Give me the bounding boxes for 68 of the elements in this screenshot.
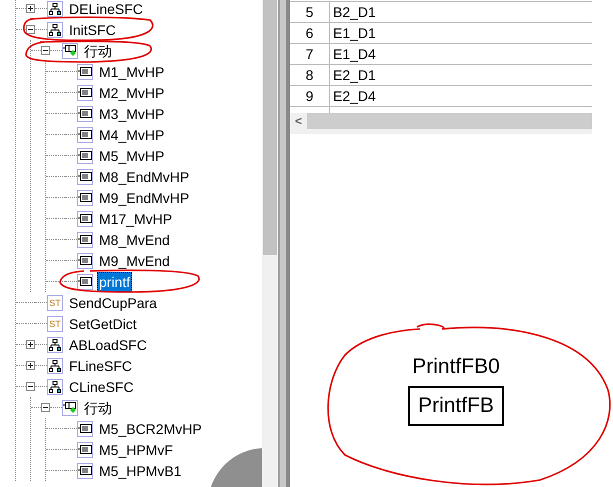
row-number: 9 <box>290 86 330 106</box>
tree-item[interactable]: 行动 <box>82 398 114 418</box>
table-cell-text: E2_D4 <box>332 87 377 106</box>
expand-icon[interactable] <box>26 4 35 13</box>
hierarchy-icon <box>47 22 63 38</box>
tree-item[interactable]: 行动 <box>82 40 114 60</box>
row-number: 5 <box>290 2 330 22</box>
table-cell-text: E2_D1 <box>332 66 377 85</box>
structured-text-icon: ST <box>47 294 63 310</box>
tree-item[interactable]: FLineSFC <box>67 356 134 376</box>
scroll-left-button[interactable]: < <box>290 113 307 129</box>
row-number: 6 <box>290 23 330 43</box>
collapse-icon[interactable] <box>41 403 50 412</box>
tree-item[interactable]: DELineSFC <box>67 0 145 18</box>
tree-item[interactable]: SetGetDict <box>67 314 139 334</box>
tree-item[interactable]: M2_MvHP <box>97 82 166 102</box>
tree-item[interactable]: CLineSFC <box>67 376 136 396</box>
action-block-icon <box>77 252 93 268</box>
collapse-icon[interactable] <box>26 25 35 34</box>
function-block[interactable]: PrintfFB <box>408 386 504 426</box>
action-block-icon <box>77 64 93 80</box>
action-block-icon <box>77 420 93 436</box>
tree-item[interactable]: M9_EndMvHP <box>97 188 192 208</box>
action-block-icon <box>77 190 93 206</box>
action-block-icon <box>77 210 93 226</box>
block-instance-name: PrintfFB0 <box>412 354 500 380</box>
tree-item[interactable]: printf <box>97 272 132 292</box>
hierarchy-icon <box>47 378 63 394</box>
expand-icon[interactable] <box>26 340 35 349</box>
structured-text-icon: ST <box>47 316 63 332</box>
tree-item[interactable]: M1_MvHP <box>97 62 166 82</box>
tree-item[interactable]: M4_MvHP <box>97 124 166 144</box>
row-number: 7 <box>290 44 330 64</box>
hierarchy-icon <box>47 336 63 352</box>
table-cell-text: B2_D1 <box>332 3 377 22</box>
vertical-scrollbar[interactable] <box>262 0 278 487</box>
action-block-icon <box>77 168 93 184</box>
collapse-icon[interactable] <box>41 46 50 55</box>
row-number: 8 <box>290 65 330 85</box>
tree-item[interactable]: M5_HPMvF <box>97 440 175 460</box>
action-block-icon <box>77 462 93 478</box>
action-folder-icon <box>62 42 78 58</box>
action-block-icon <box>77 106 93 122</box>
action-block-icon <box>77 232 93 248</box>
action-block-icon <box>77 274 93 290</box>
table-cell-text: E1_D4 <box>332 45 377 64</box>
tree-item[interactable]: M5_HPMvB1 <box>97 460 184 480</box>
table-cell-text: E1_D1 <box>332 24 377 43</box>
action-block-icon <box>77 442 93 458</box>
horizontal-scrollbar-thumb[interactable] <box>307 113 592 129</box>
tree-item[interactable]: SendCupPara <box>67 292 159 312</box>
tree-item[interactable]: M8_MvEnd <box>97 230 172 250</box>
hierarchy-icon <box>47 358 63 374</box>
tree-item[interactable]: M3_MvHP <box>97 104 166 124</box>
tree-item[interactable]: M9_MvEnd <box>97 250 172 270</box>
tree-item[interactable]: M8_EndMvHP <box>97 166 192 186</box>
scrollbar-thumb[interactable] <box>263 0 277 255</box>
action-folder-icon <box>62 400 78 416</box>
tree-item[interactable]: InitSFC <box>67 20 118 40</box>
tree-item[interactable]: M5_MvHP <box>97 146 166 166</box>
action-block-icon <box>77 148 93 164</box>
tree-item[interactable]: M5_BCR2MvHP <box>97 418 204 438</box>
action-block-icon <box>77 84 93 100</box>
collapse-icon[interactable] <box>26 382 35 391</box>
expand-icon[interactable] <box>26 361 35 370</box>
tree-item[interactable]: ABLoadSFC <box>67 334 149 354</box>
tree-item[interactable]: M17_MvHP <box>97 208 174 228</box>
action-block-icon <box>77 126 93 142</box>
